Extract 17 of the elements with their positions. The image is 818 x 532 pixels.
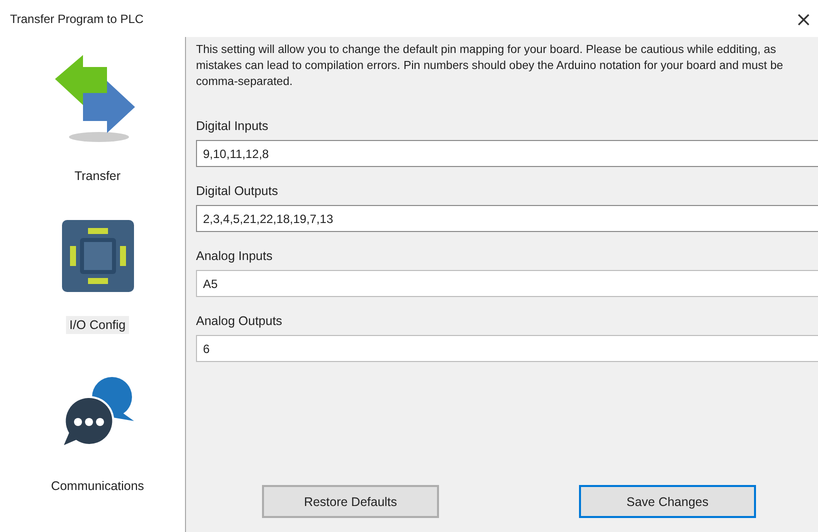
field-label: Analog Outputs xyxy=(196,313,284,330)
close-button[interactable]: × xyxy=(789,6,818,30)
input-field[interactable]: A5 xyxy=(196,270,818,297)
input-field[interactable]: 6 xyxy=(196,335,818,362)
description-text: This setting will allow you to change the default pin mapping for your board. Please be cautious while edditing, as mistakes can lead to compilation errors. Pin numbers should obey the Arduino notation for your board and must be comma-separated. xyxy=(196,42,784,90)
field-label: Analog Inputs xyxy=(196,248,274,265)
circuit-board-icon[interactable] xyxy=(60,218,136,294)
sidebar-item[interactable]: Transfer xyxy=(71,167,124,185)
input-field[interactable]: 9,10,11,12,8 xyxy=(196,140,818,167)
field-label: Digital Inputs xyxy=(196,118,270,135)
input-field[interactable]: 2,3,4,5,21,22,18,19,7,13 xyxy=(196,205,818,232)
window-title: Transfer Program to PLC xyxy=(10,12,144,26)
field-label: Digital Outputs xyxy=(196,183,279,200)
action-button[interactable]: Save Changes xyxy=(579,485,756,518)
action-button[interactable]: Restore Defaults xyxy=(262,485,439,518)
sidebar-item[interactable]: Communications xyxy=(48,477,148,495)
sidebar-item[interactable]: I/O Config xyxy=(66,316,129,334)
